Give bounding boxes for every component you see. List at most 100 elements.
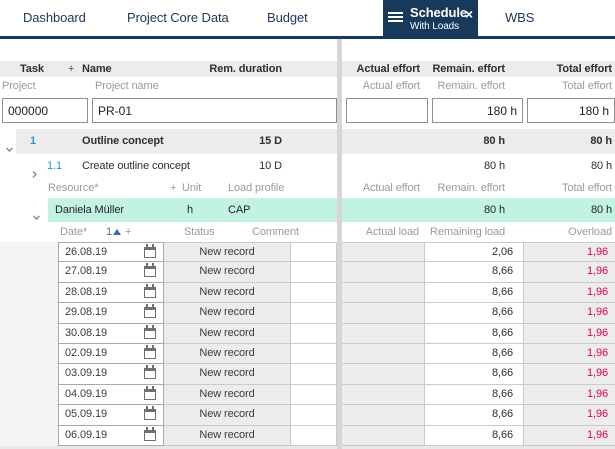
task-wbs-number[interactable]: 1.1 xyxy=(47,154,62,179)
remaining-load-cell[interactable]: 2,06 xyxy=(425,242,524,263)
date-cell[interactable]: 03.09.19 xyxy=(58,364,164,385)
load-row: 29.08.19 New record 8,66 1,96 xyxy=(0,303,615,324)
task-wbs-number[interactable]: 1 xyxy=(30,129,36,154)
project-header-row: Project Project name Actual effort Remai… xyxy=(0,77,615,95)
comment-cell[interactable] xyxy=(291,405,337,426)
resource-unit: h xyxy=(187,204,194,216)
load-rows: 26.08.19 New record 2,06 1,96 27.08.19 N… xyxy=(0,242,615,446)
menu-icon[interactable] xyxy=(388,12,403,24)
resource-name[interactable]: Daniela Müller xyxy=(55,198,124,222)
overload-cell: 1,96 xyxy=(524,242,615,263)
task-row-1-1[interactable]: 1.1 Create outline concept 10 D 80 h 80 … xyxy=(0,154,615,179)
remaining-load-cell[interactable]: 8,66 xyxy=(425,262,524,283)
remaining-load-cell[interactable]: 8,66 xyxy=(425,282,524,304)
status-cell[interactable]: New record xyxy=(164,262,291,283)
status-cell[interactable]: New record xyxy=(164,343,291,365)
add-resource-column-button[interactable]: + xyxy=(170,179,176,198)
date-value: 28.08.19 xyxy=(65,285,108,298)
date-value: 02.09.19 xyxy=(65,346,108,359)
remaining-load-cell[interactable]: 8,66 xyxy=(425,384,524,406)
tab-wbs[interactable]: WBS xyxy=(505,10,534,25)
calendar-icon[interactable] xyxy=(144,406,156,421)
tab-bar-underline xyxy=(0,36,615,39)
load-header-overload: Overload xyxy=(568,226,612,238)
remaining-load-cell[interactable]: 8,66 xyxy=(425,405,524,426)
calendar-icon[interactable] xyxy=(144,304,156,319)
row-margin xyxy=(0,364,58,385)
date-cell[interactable]: 26.08.19 xyxy=(58,242,164,263)
remaining-load-cell[interactable]: 8,66 xyxy=(425,425,524,446)
comment-cell[interactable] xyxy=(291,425,337,446)
date-cell[interactable]: 02.09.19 xyxy=(58,343,164,365)
task-row-1[interactable]: 1 Outline concept 15 D 80 h 80 h xyxy=(0,129,615,154)
comment-cell[interactable] xyxy=(291,262,337,283)
tab-dashboard[interactable]: Dashboard xyxy=(23,10,86,25)
comment-cell[interactable] xyxy=(291,303,337,324)
remaining-load-cell[interactable]: 8,66 xyxy=(425,364,524,385)
actual-load-cell xyxy=(342,364,425,385)
resource-row[interactable]: Daniela Müller h CAP 80 h 80 h xyxy=(0,198,615,222)
resource-header-resource: Resource* xyxy=(48,182,99,194)
add-column-button[interactable]: + xyxy=(68,61,74,77)
status-cell[interactable]: New record xyxy=(164,405,291,426)
project-total-effort-field[interactable] xyxy=(527,98,615,123)
date-cell[interactable]: 30.08.19 xyxy=(58,323,164,344)
task-remain-effort: 80 h xyxy=(483,160,505,172)
actual-load-cell xyxy=(342,343,425,365)
status-cell[interactable]: New record xyxy=(164,425,291,446)
comment-cell[interactable] xyxy=(291,282,337,304)
date-value: 03.09.19 xyxy=(65,367,108,380)
sort-asc-icon[interactable] xyxy=(113,229,121,235)
overload-cell: 1,96 xyxy=(524,364,615,385)
date-cell[interactable]: 27.08.19 xyxy=(58,262,164,283)
comment-cell[interactable] xyxy=(291,343,337,365)
resource-remain-effort: 80 h xyxy=(483,204,505,216)
date-cell[interactable]: 05.09.19 xyxy=(58,405,164,426)
tab-project-core-data[interactable]: Project Core Data xyxy=(127,10,229,25)
close-icon[interactable]: × xyxy=(465,6,473,22)
status-cell[interactable]: New record xyxy=(164,384,291,406)
task-rem-duration: 10 D xyxy=(259,160,282,172)
comment-cell[interactable] xyxy=(291,384,337,406)
calendar-icon[interactable] xyxy=(144,385,156,400)
comment-cell[interactable] xyxy=(291,242,337,263)
calendar-icon[interactable] xyxy=(144,244,156,258)
calendar-icon[interactable] xyxy=(144,344,156,359)
task-total-effort: 80 h xyxy=(590,160,612,172)
remaining-load-cell[interactable]: 8,66 xyxy=(425,343,524,365)
actual-load-cell xyxy=(342,323,425,344)
calendar-icon[interactable] xyxy=(144,283,156,298)
calendar-icon[interactable] xyxy=(144,426,156,441)
load-row: 06.09.19 New record 8,66 1,96 xyxy=(0,425,615,446)
calendar-icon[interactable] xyxy=(144,263,156,278)
date-cell[interactable]: 28.08.19 xyxy=(58,282,164,304)
load-header-comment: Comment xyxy=(252,226,299,238)
project-name-field[interactable] xyxy=(92,98,337,123)
date-cell[interactable]: 06.09.19 xyxy=(58,425,164,446)
tab-schedule[interactable]: Schedule With Loads × xyxy=(383,0,478,36)
comment-cell[interactable] xyxy=(291,364,337,385)
status-cell[interactable]: New record xyxy=(164,303,291,324)
project-header-actual-effort: Actual effort xyxy=(362,80,420,92)
status-cell[interactable]: New record xyxy=(164,282,291,304)
date-cell[interactable]: 04.09.19 xyxy=(58,384,164,406)
comment-cell[interactable] xyxy=(291,323,337,344)
overload-cell: 1,96 xyxy=(524,425,615,446)
calendar-icon[interactable] xyxy=(144,324,156,339)
row-margin xyxy=(0,405,58,426)
status-cell[interactable]: New record xyxy=(164,323,291,344)
project-actual-effort-field[interactable] xyxy=(346,98,428,123)
project-number-field[interactable] xyxy=(2,98,88,123)
sort-order-number[interactable]: 1 xyxy=(106,222,112,242)
add-load-column-button[interactable]: + xyxy=(125,222,131,242)
date-cell[interactable]: 29.08.19 xyxy=(58,303,164,324)
remaining-load-cell[interactable]: 8,66 xyxy=(425,303,524,324)
remaining-load-cell[interactable]: 8,66 xyxy=(425,323,524,344)
project-remain-effort-field[interactable] xyxy=(432,98,523,123)
status-cell[interactable]: New record xyxy=(164,364,291,385)
tab-budget[interactable]: Budget xyxy=(267,10,308,25)
status-cell[interactable]: New record xyxy=(164,242,291,263)
row-margin xyxy=(0,384,58,406)
resource-header-actual-effort: Actual effort xyxy=(362,182,420,194)
calendar-icon[interactable] xyxy=(144,365,156,380)
